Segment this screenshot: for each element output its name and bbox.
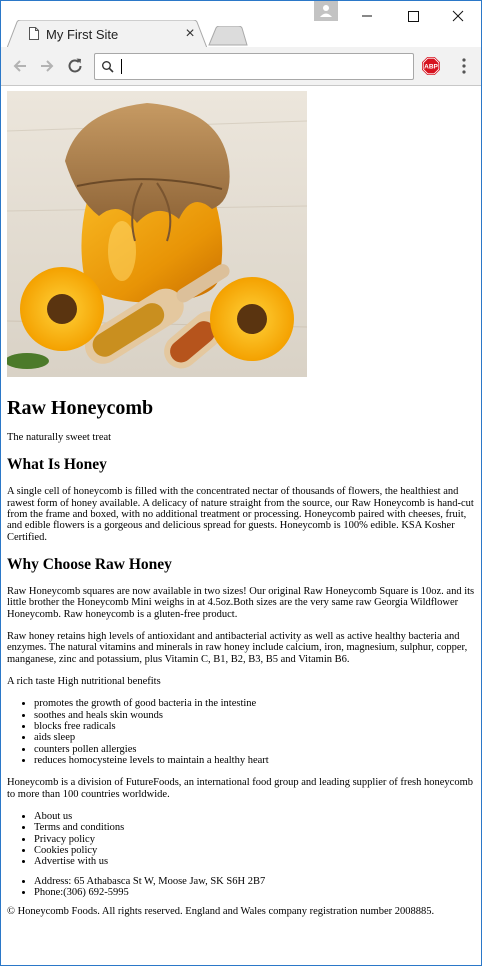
minimize-button[interactable] xyxy=(344,1,390,31)
minimize-icon xyxy=(362,15,372,17)
what-paragraph: A single cell of honeycomb is filled wit… xyxy=(7,486,474,543)
copyright: © Honeycomb Foods. All rights reserved. … xyxy=(7,906,435,918)
address-bar[interactable] xyxy=(94,53,414,80)
tagline: The naturally sweet treat xyxy=(7,432,112,443)
section-heading-why: Why Choose Raw Honey xyxy=(7,556,172,574)
maximize-icon xyxy=(408,11,419,22)
browser-toolbar: ABP xyxy=(1,47,481,86)
list-item: soothes and heals skin wounds xyxy=(34,710,475,721)
list-item: blocks free radicals xyxy=(34,721,475,732)
footer-link-cookies[interactable]: Cookies policy xyxy=(34,845,475,856)
list-item: aids sleep xyxy=(34,732,475,743)
footer-link-about[interactable]: About us xyxy=(34,811,475,822)
list-item: promotes the growth of good bacteria in … xyxy=(34,698,475,709)
forward-arrow-icon[interactable] xyxy=(37,56,57,76)
maximize-button[interactable] xyxy=(390,1,436,31)
contact-address: Address: 65 Athabasca St W, Moose Jaw, S… xyxy=(34,876,475,887)
back-arrow-icon[interactable] xyxy=(10,56,30,76)
contact-list: Address: 65 Athabasca St W, Moose Jaw, S… xyxy=(7,876,475,899)
page-icon xyxy=(29,27,39,40)
reload-icon[interactable] xyxy=(65,56,85,76)
hero-image xyxy=(7,91,307,377)
why-paragraph-1: Raw Honeycomb squares are now available … xyxy=(7,586,475,620)
section-heading-what: What Is Honey xyxy=(7,456,107,474)
benefits-list: promotes the growth of good bacteria in … xyxy=(7,698,475,766)
footer-link-terms[interactable]: Terms and conditions xyxy=(34,822,475,833)
user-profile-button[interactable] xyxy=(314,1,338,21)
close-window-button[interactable] xyxy=(435,1,481,31)
person-icon xyxy=(320,5,332,17)
why-paragraph-2: Raw honey retains high levels of antioxi… xyxy=(7,631,468,665)
menu-dots-icon[interactable] xyxy=(460,57,468,75)
list-item: reduces homocysteine levels to maintain … xyxy=(34,755,475,766)
new-tab-button[interactable] xyxy=(208,26,248,46)
text-cursor xyxy=(121,59,122,74)
close-icon xyxy=(452,10,464,22)
adblock-plus-label: ABP xyxy=(424,64,438,71)
search-icon xyxy=(102,61,114,73)
footer-link-privacy[interactable]: Privacy policy xyxy=(34,834,475,845)
title-bar: My First Site × xyxy=(1,1,481,48)
list-item: counters pollen allergies xyxy=(34,744,475,755)
footer-link-advertise[interactable]: Advertise with us xyxy=(34,856,475,867)
benefits-intro: A rich taste High nutritional benefits xyxy=(7,676,161,688)
contact-phone: Phone:(306) 692-5995 xyxy=(34,887,475,898)
tab-title: My First Site xyxy=(46,27,119,42)
company-paragraph: Honeycomb is a division of FutureFoods, … xyxy=(7,777,473,800)
page-title: Raw Honeycomb xyxy=(7,397,154,419)
adblock-plus-icon[interactable]: ABP xyxy=(422,57,440,75)
tab-close-button[interactable]: × xyxy=(183,25,197,43)
footer-links: About us Terms and conditions Privacy po… xyxy=(7,811,475,868)
browser-window: My First Site × ABP Raw Honeycomb The na… xyxy=(0,0,482,966)
web-page: Raw Honeycomb The naturally sweet treat … xyxy=(1,86,481,964)
